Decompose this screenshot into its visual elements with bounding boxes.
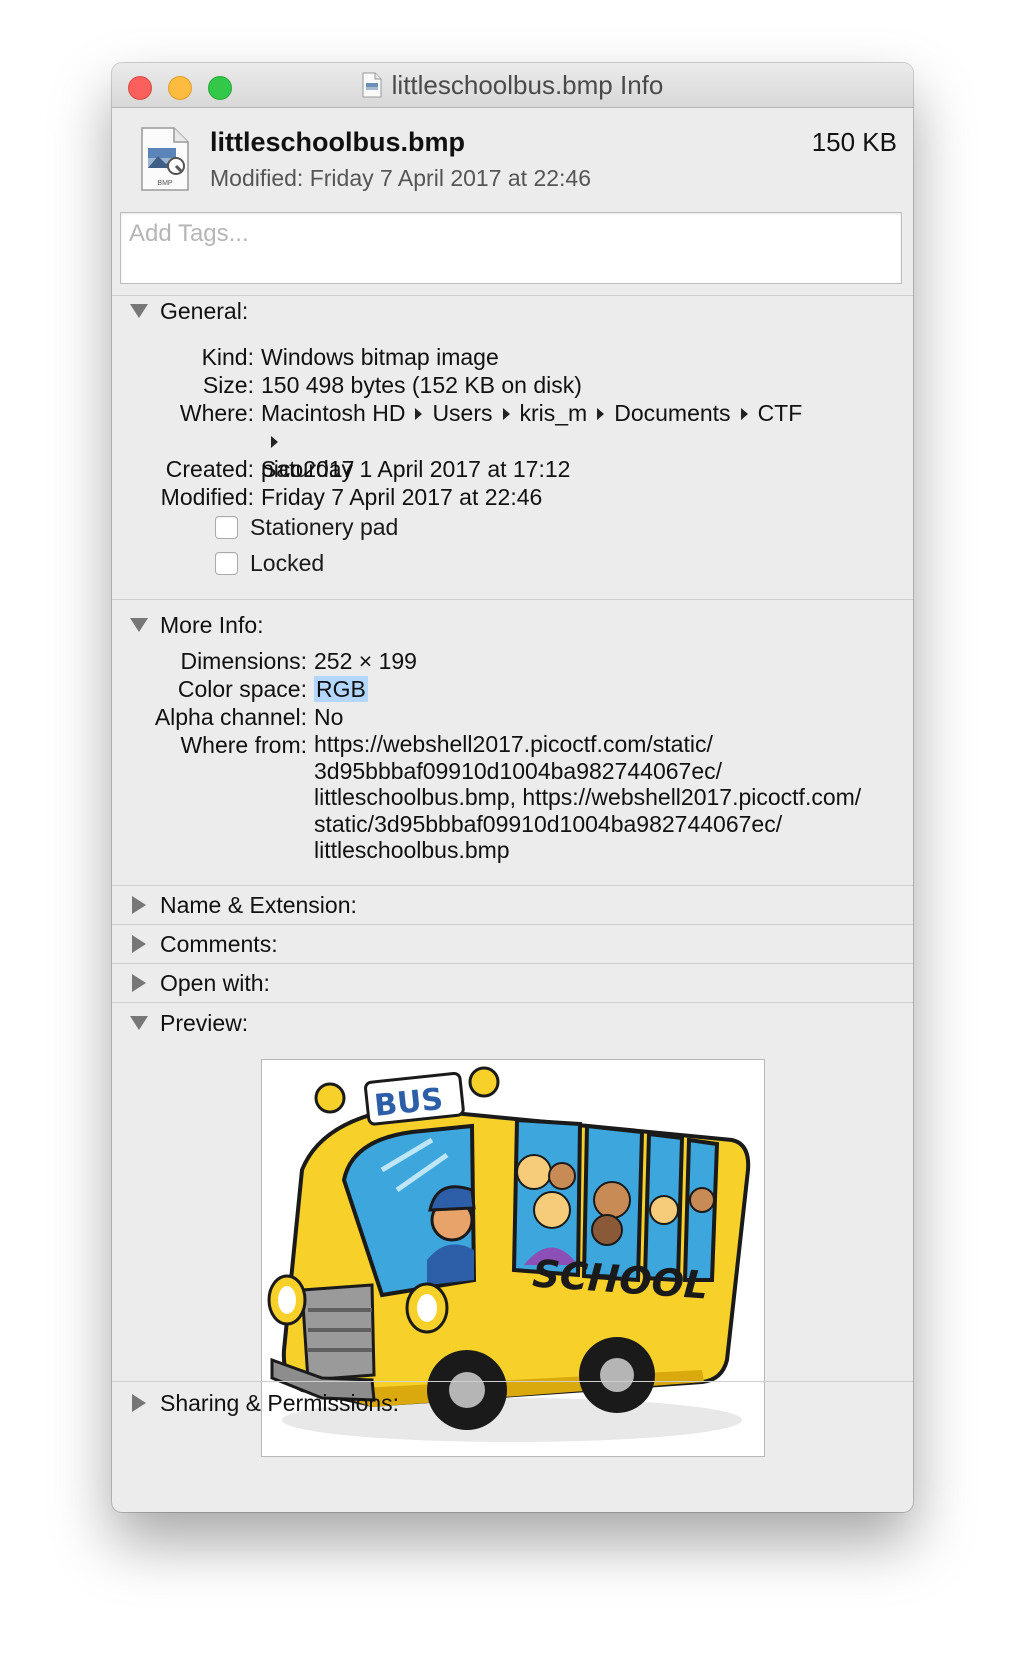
- preview-label: Preview:: [160, 1009, 249, 1036]
- tags-input[interactable]: [127, 219, 891, 249]
- document-icon: [362, 72, 382, 98]
- dimensions-value: 252 × 199: [314, 648, 417, 674]
- where-from-label: Where from:: [180, 732, 307, 758]
- alpha-channel-value: No: [314, 704, 344, 730]
- general-section-header[interactable]: General:: [130, 284, 248, 338]
- title-bar[interactable]: littleschoolbus.bmp Info: [112, 63, 913, 108]
- disclosure-collapsed-icon: [132, 1394, 146, 1412]
- comments-section-header[interactable]: Comments:: [130, 925, 278, 963]
- modified-date: Modified: Friday 7 April 2017 at 22:46: [210, 165, 592, 191]
- kind-label: Kind:: [201, 344, 254, 370]
- path-separator-icon: [271, 435, 278, 448]
- size-label: Size:: [202, 372, 254, 398]
- disclosure-expanded-icon: [130, 618, 148, 632]
- color-space-value[interactable]: RGB: [314, 676, 368, 702]
- alpha-channel-label: Alpha channel:: [154, 704, 307, 730]
- where-label: Where:: [179, 400, 254, 426]
- locked-checkbox[interactable]: [215, 552, 238, 575]
- modified-value: Friday 7 April 2017 at 22:46: [261, 484, 543, 510]
- name-extension-label: Name & Extension:: [160, 891, 357, 918]
- created-value: Saturday 1 April 2017 at 17:12: [261, 456, 571, 482]
- sharing-permissions-section-header[interactable]: Sharing & Permissions:: [130, 1382, 399, 1424]
- bmp-badge: BMP: [157, 180, 173, 187]
- url-line: littleschoolbus.bmp, https://webshell201…: [314, 784, 862, 810]
- comments-label: Comments:: [160, 930, 278, 957]
- created-label: Created:: [165, 456, 254, 482]
- locked-option[interactable]: Locked: [215, 550, 324, 577]
- general-label: General:: [160, 297, 249, 324]
- stationery-pad-checkbox[interactable]: [215, 516, 238, 539]
- path-separator-icon: [415, 407, 423, 420]
- preview-section-header[interactable]: Preview:: [130, 1003, 248, 1043]
- where-row: Where: Macintosh HD Users kris_m Documents C…: [132, 399, 832, 482]
- locked-label: Locked: [250, 550, 325, 576]
- sharing-permissions-label: Sharing & Permissions:: [160, 1389, 400, 1416]
- path-separator-icon: [597, 407, 605, 420]
- open-with-section-header[interactable]: Open with:: [130, 964, 270, 1002]
- path-segment: Users: [432, 400, 493, 426]
- kind-value: Windows bitmap image: [261, 344, 499, 370]
- path-segment: CTF: [757, 400, 803, 426]
- tags-field[interactable]: [120, 212, 902, 284]
- where-from-row: Where from: https://webshell2017.picoctf…: [132, 731, 892, 871]
- bus-sign-text: BUS: [373, 1082, 445, 1124]
- path-segment: Documents: [614, 400, 731, 426]
- disclosure-expanded-icon: [130, 304, 148, 318]
- window-title: littleschoolbus.bmp Info: [391, 69, 664, 100]
- open-with-label: Open with:: [160, 969, 270, 996]
- name-extension-section-header[interactable]: Name & Extension:: [130, 886, 357, 924]
- dimensions-label: Dimensions:: [180, 648, 307, 674]
- info-window: littleschoolbus.bmp Info BMP littleschoo…: [112, 63, 913, 1512]
- path-separator-icon: [740, 407, 748, 420]
- file-size: 150 KB: [811, 127, 897, 157]
- disclosure-collapsed-icon: [132, 935, 146, 953]
- disclosure-expanded-icon: [130, 1016, 148, 1030]
- path-segment: Macintosh HD: [261, 400, 406, 426]
- size-value: 150 498 bytes (152 KB on disk): [261, 372, 582, 398]
- stationery-pad-option[interactable]: Stationery pad: [215, 514, 398, 541]
- stationery-pad-label: Stationery pad: [250, 514, 399, 540]
- url-line: littleschoolbus.bmp: [314, 837, 510, 863]
- url-line: static/3d95bbbaf09910d1004ba982744067ec/: [314, 810, 783, 837]
- path-separator-icon: [502, 407, 510, 420]
- modified-label: Modified:: [160, 484, 254, 510]
- url-line: https://webshell2017.picoctf.com/static/: [314, 731, 713, 757]
- color-space-label: Color space:: [177, 676, 307, 702]
- path-segment: kris_m: [519, 400, 588, 426]
- url-line: 3d95bbbaf09910d1004ba982744067ec/: [314, 757, 723, 784]
- more-info-section-header[interactable]: More Info:: [130, 600, 264, 650]
- more-info-label: More Info:: [160, 611, 264, 638]
- disclosure-collapsed-icon: [132, 974, 146, 992]
- where-from-value[interactable]: https://webshell2017.picoctf.com/static/…: [314, 731, 874, 864]
- file-name: littleschoolbus.bmp: [210, 127, 466, 157]
- disclosure-collapsed-icon: [132, 896, 146, 914]
- bmp-file-icon: BMP: [141, 127, 189, 191]
